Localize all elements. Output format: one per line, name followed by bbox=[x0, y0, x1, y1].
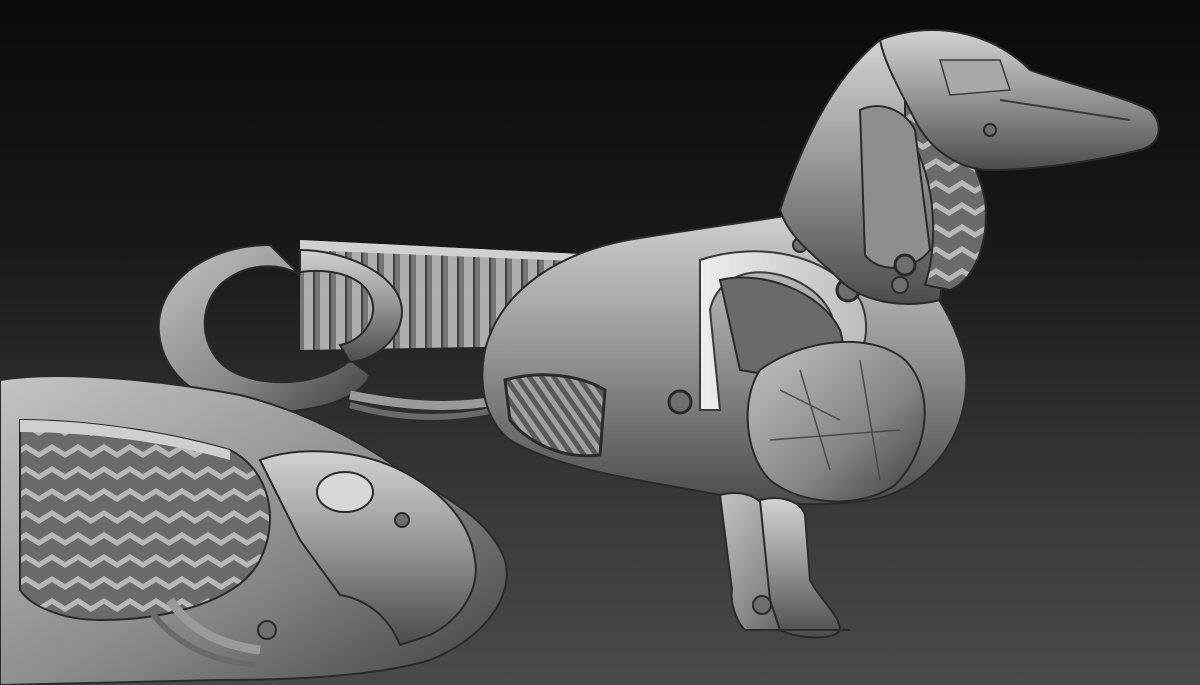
sculpt-render bbox=[0, 29, 1160, 685]
sculpt-viewport bbox=[0, 0, 1200, 685]
